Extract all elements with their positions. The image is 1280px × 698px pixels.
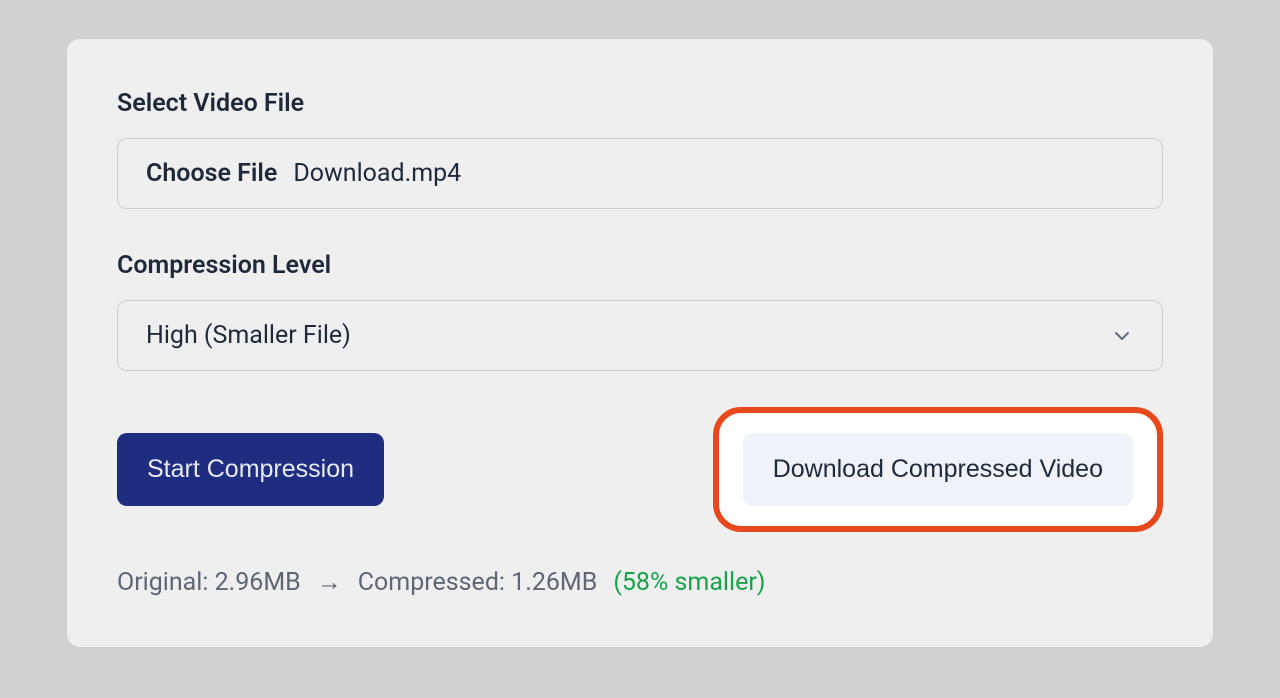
download-highlight-box: Download Compressed Video xyxy=(713,407,1163,532)
file-input[interactable]: Choose File Download.mp4 xyxy=(117,138,1163,209)
compression-level-select[interactable]: High (Smaller File) xyxy=(117,300,1163,371)
arrow-icon: → xyxy=(317,568,342,597)
compression-level-select-wrapper: High (Smaller File) xyxy=(117,300,1163,371)
choose-file-label: Choose File xyxy=(146,159,277,188)
compression-stats: Original: 2.96MB → Compressed: 1.26MB (5… xyxy=(117,568,1163,597)
selected-file-name: Download.mp4 xyxy=(293,159,461,188)
reduction-percent: (58% smaller) xyxy=(613,568,765,597)
compressed-size: Compressed: 1.26MB xyxy=(358,568,598,597)
select-video-label: Select Video File xyxy=(117,89,1163,118)
compression-card: Select Video File Choose File Download.m… xyxy=(66,38,1214,648)
download-compressed-button[interactable]: Download Compressed Video xyxy=(743,433,1133,506)
button-row: Start Compression Download Compressed Vi… xyxy=(117,407,1163,532)
compression-level-label: Compression Level xyxy=(117,251,1163,280)
start-compression-button[interactable]: Start Compression xyxy=(117,433,384,506)
original-size: Original: 2.96MB xyxy=(117,568,301,597)
chevron-down-icon xyxy=(1110,324,1134,348)
compression-level-value: High (Smaller File) xyxy=(146,321,351,350)
